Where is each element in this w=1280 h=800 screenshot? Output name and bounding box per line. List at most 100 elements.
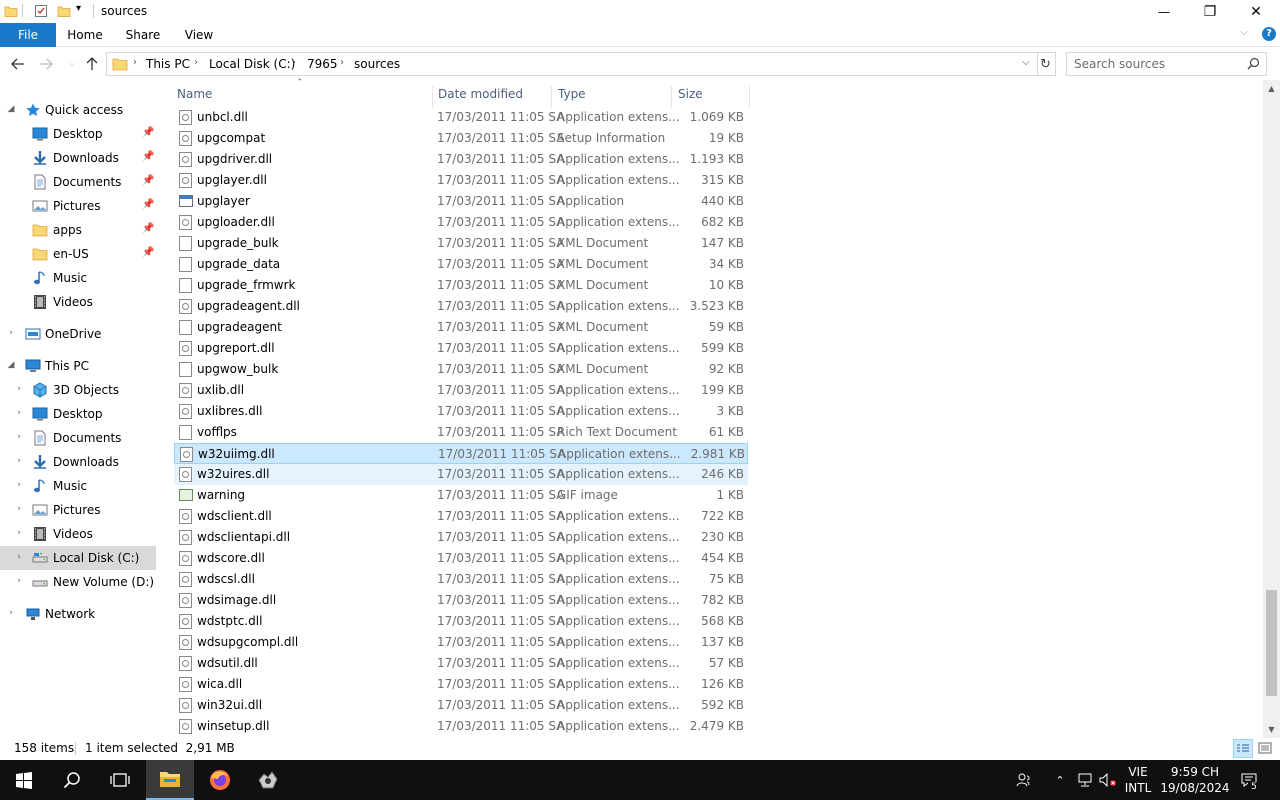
file-row[interactable]: upgreport.dll 17/03/2011 11:05 SA Applicat… [174, 338, 748, 359]
column-header-name[interactable]: Name [177, 87, 212, 101]
file-row[interactable]: w32uires.dll 17/03/2011 11:05 SA Applicati… [174, 464, 748, 485]
expand-ribbon-chevron-icon[interactable]: ⌵ [1240, 27, 1248, 38]
details-view-button[interactable] [1233, 739, 1253, 758]
expand-chevron-icon[interactable]: › [6, 608, 16, 618]
tab-view[interactable]: View [174, 23, 224, 47]
recent-locations-chevron-icon[interactable]: ⌵ [62, 54, 82, 74]
nav-onedrive[interactable]: › OneDrive [0, 322, 156, 346]
column-divider[interactable] [749, 86, 750, 108]
column-divider[interactable] [432, 86, 433, 108]
customize-qat-chevron-icon[interactable]: ▾ [76, 3, 81, 14]
file-name[interactable]: vofflps [197, 425, 237, 439]
language-indicator-top[interactable]: VIE [1124, 765, 1152, 779]
scroll-down-arrow-icon[interactable]: ▼ [1263, 721, 1280, 738]
search-icon[interactable] [1247, 57, 1260, 73]
file-row[interactable]: unbcl.dll 17/03/2011 11:05 SA Application … [174, 107, 748, 128]
nav-item-videos[interactable]: Videos [0, 290, 156, 314]
file-row[interactable]: upgradeagent 17/03/2011 11:05 SA XML Docum… [174, 317, 748, 338]
file-row[interactable]: vofflps 17/03/2011 11:05 SA Rich Text Docu… [174, 422, 748, 443]
file-name[interactable]: upgrade_bulk [197, 236, 279, 250]
properties-icon[interactable] [34, 4, 48, 18]
file-row[interactable]: warning 17/03/2011 11:05 SA GIF image 1 KB [174, 485, 748, 506]
file-row[interactable]: upgcompat 17/03/2011 11:05 SA Setup Inform… [174, 128, 748, 149]
file-row[interactable]: w32uiimg.dll 17/03/2011 11:05 SA Applicati… [174, 443, 748, 464]
file-row[interactable]: uxlibres.dll 17/03/2011 11:05 SA Applicati… [174, 401, 748, 422]
search-input[interactable] [1074, 57, 1242, 71]
show-hidden-icons-chevron-icon[interactable]: ⌃ [1050, 760, 1070, 800]
breadcrumb-chevron-icon[interactable]: › [292, 57, 296, 68]
new-folder-icon[interactable] [57, 4, 71, 18]
column-header-type[interactable]: Type [558, 87, 586, 101]
file-name[interactable]: uxlib.dll [197, 383, 244, 397]
expand-chevron-icon[interactable]: › [14, 456, 24, 466]
nav-item-desktop[interactable]: Desktop 📌 [0, 122, 156, 146]
up-button[interactable] [82, 54, 102, 74]
file-row[interactable]: upgrade_bulk 17/03/2011 11:05 SA XML Docum… [174, 233, 748, 254]
file-name[interactable]: upgreport.dll [197, 341, 275, 355]
taskbar-app[interactable] [244, 760, 292, 800]
file-row[interactable]: upglayer.dll 17/03/2011 11:05 SA Applicati… [174, 170, 748, 191]
breadcrumb-chevron-icon[interactable]: › [133, 57, 137, 68]
tab-home[interactable]: Home [60, 23, 110, 47]
file-name[interactable]: wdsclientapi.dll [197, 530, 290, 544]
scroll-up-arrow-icon[interactable]: ▲ [1263, 80, 1280, 97]
maximize-button[interactable]: ❐ [1187, 0, 1233, 23]
nav-item-music[interactable]: › Music [0, 474, 156, 498]
file-row[interactable]: upgwow_bulk 17/03/2011 11:05 SA XML Docume… [174, 359, 748, 380]
address-history-chevron-icon[interactable]: ⌵ [1022, 57, 1030, 68]
file-name[interactable]: wdscore.dll [197, 551, 265, 565]
file-name[interactable]: upgcompat [197, 131, 265, 145]
nav-item-desktop[interactable]: › Desktop [0, 402, 156, 426]
file-name[interactable]: upgradeagent.dll [197, 299, 300, 313]
expand-chevron-icon[interactable]: › [14, 432, 24, 442]
taskbar-firefox[interactable] [196, 760, 244, 800]
file-name[interactable]: wdsimage.dll [197, 593, 276, 607]
collapse-chevron-icon[interactable]: ◢ [6, 360, 16, 370]
expand-chevron-icon[interactable]: › [14, 480, 24, 490]
file-row[interactable]: wica.dll 17/03/2011 11:05 SA Application e… [174, 674, 748, 695]
expand-chevron-icon[interactable]: › [6, 328, 16, 338]
back-button[interactable] [8, 54, 28, 74]
breadcrumb-chevron-icon[interactable]: › [340, 57, 344, 68]
file-name[interactable]: upglayer [197, 194, 250, 208]
file-name[interactable]: upgwow_bulk [197, 362, 278, 376]
expand-chevron-icon[interactable]: › [14, 504, 24, 514]
help-icon[interactable]: ? [1262, 27, 1276, 41]
column-divider[interactable] [551, 86, 552, 108]
task-view-button[interactable] [96, 760, 144, 800]
file-row[interactable]: upgradeagent.dll 17/03/2011 11:05 SA Appli… [174, 296, 748, 317]
taskbar-file-explorer[interactable] [146, 760, 194, 800]
expand-chevron-icon[interactable]: › [14, 576, 24, 586]
file-row[interactable]: wdstptc.dll 17/03/2011 11:05 SA Applicatio… [174, 611, 748, 632]
action-center-button[interactable] [1236, 760, 1262, 800]
file-row[interactable]: wdsclientapi.dll 17/03/2011 11:05 SA Appli… [174, 527, 748, 548]
file-name[interactable]: win32ui.dll [197, 698, 262, 712]
clock-time[interactable]: 9:59 CH [1160, 765, 1230, 779]
column-divider[interactable] [671, 86, 672, 108]
file-name[interactable]: wdsupgcompl.dll [197, 635, 298, 649]
nav-item-en-us[interactable]: en-US 📌 [0, 242, 156, 266]
nav-item-3d-objects[interactable]: › 3D Objects [0, 378, 156, 402]
breadcrumb-7965[interactable]: 7965 [307, 57, 338, 71]
file-row[interactable]: wdsupgcompl.dll 17/03/2011 11:05 SA Applic… [174, 632, 748, 653]
file-row[interactable]: upglayer 17/03/2011 11:05 SA Application 44… [174, 191, 748, 212]
nav-item-downloads[interactable]: › Downloads [0, 450, 156, 474]
file-row[interactable]: wdscsl.dll 17/03/2011 11:05 SA Application… [174, 569, 748, 590]
column-header-size[interactable]: Size [678, 87, 703, 101]
file-name[interactable]: upgrade_frmwrk [197, 278, 295, 292]
breadcrumb-chevron-icon[interactable]: › [194, 57, 198, 68]
language-indicator-bottom[interactable]: INTL [1122, 781, 1154, 795]
nav-item-new-volume-d-[interactable]: › New Volume (D:) [0, 570, 156, 594]
breadcrumb-sources[interactable]: sources [354, 57, 400, 71]
file-row[interactable]: win32ui.dll 17/03/2011 11:05 SA Applicatio… [174, 695, 748, 716]
file-row[interactable]: upgloader.dll 17/03/2011 11:05 SA Applicat… [174, 212, 748, 233]
refresh-button[interactable]: ↻ [1036, 52, 1056, 76]
search-box[interactable] [1066, 52, 1267, 76]
close-button[interactable]: ✕ [1233, 0, 1279, 23]
file-name[interactable]: upgrade_data [197, 257, 280, 271]
file-name[interactable]: unbcl.dll [197, 110, 248, 124]
file-row[interactable]: wdsimage.dll 17/03/2011 11:05 SA Applicati… [174, 590, 748, 611]
file-name[interactable]: wdsutil.dll [197, 656, 258, 670]
nav-item-local-disk-c-[interactable]: › Local Disk (C:) [0, 546, 156, 570]
nav-item-documents[interactable]: Documents 📌 [0, 170, 156, 194]
